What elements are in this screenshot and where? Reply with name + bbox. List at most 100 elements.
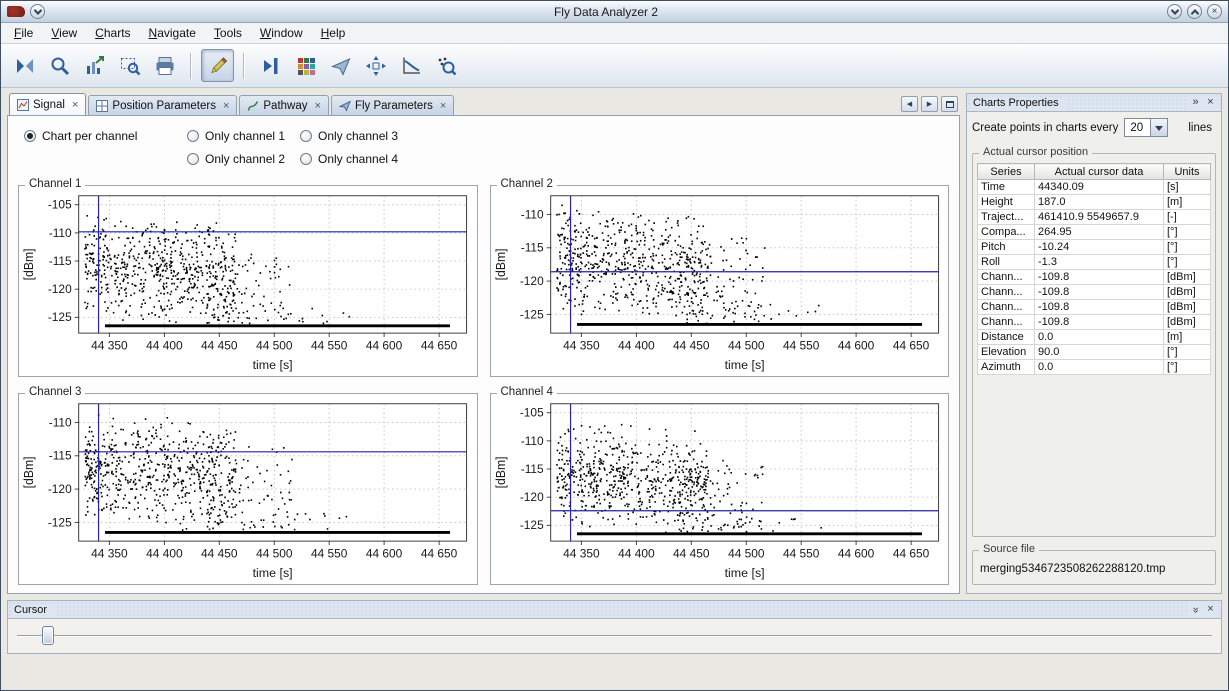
chart-channel-4[interactable]: Channel 444 35044 40044 45044 50044 5504… bbox=[490, 393, 950, 585]
actual-cursor-position-group: Actual cursor position SeriesActual curs… bbox=[972, 153, 1216, 537]
table-header[interactable]: Units bbox=[1164, 164, 1211, 180]
axis-cursor-icon[interactable] bbox=[254, 49, 287, 82]
menu-charts[interactable]: Charts bbox=[86, 24, 139, 42]
tab-position-parameters[interactable]: Position Parameters× bbox=[88, 95, 237, 115]
radio-only-channel-4[interactable]: Only channel 4 bbox=[300, 148, 951, 169]
table-row[interactable]: Elevation90.0[°] bbox=[978, 345, 1211, 360]
print-icon[interactable] bbox=[148, 49, 181, 82]
cursor-panel-title: Cursor bbox=[11, 604, 55, 616]
menu-view[interactable]: View bbox=[42, 24, 86, 42]
svg-text:44 550: 44 550 bbox=[782, 547, 819, 561]
create-points-label: Create points in charts every bbox=[972, 122, 1118, 134]
close-panel-icon[interactable]: × bbox=[1203, 96, 1218, 110]
cursor-panel-header[interactable]: Cursor » × bbox=[8, 601, 1221, 619]
cursor-panel: Cursor » × bbox=[7, 600, 1222, 654]
window-minimize-button[interactable] bbox=[1167, 4, 1182, 19]
chart-channel-2[interactable]: Channel 244 35044 40044 45044 50044 5504… bbox=[490, 185, 950, 377]
table-row[interactable]: Chann...-109.8[dBm] bbox=[978, 300, 1211, 315]
source-file-name: merging5346723508262288120.tmp bbox=[977, 560, 1211, 580]
tab-close-icon[interactable]: × bbox=[223, 100, 229, 112]
window-close-button[interactable]: × bbox=[1207, 4, 1222, 19]
table-row[interactable]: Height187.0[m] bbox=[978, 195, 1211, 210]
svg-text:[dBm]: [dBm] bbox=[22, 457, 36, 489]
table-cell: [°] bbox=[1164, 345, 1211, 360]
properties-panel-header[interactable]: Charts Properties » × bbox=[967, 94, 1221, 112]
table-cell: -109.8 bbox=[1035, 315, 1164, 330]
color-grid-icon[interactable] bbox=[289, 49, 322, 82]
menu-window[interactable]: Window bbox=[251, 24, 312, 42]
zoom-area-icon[interactable] bbox=[113, 49, 146, 82]
titlebar[interactable]: Fly Data Analyzer 2 × bbox=[1, 1, 1228, 23]
tab-close-icon[interactable]: × bbox=[440, 100, 446, 112]
radio-only-channel-3[interactable]: Only channel 3 bbox=[300, 125, 951, 146]
table-row[interactable]: Chann...-109.8[dBm] bbox=[978, 315, 1211, 330]
svg-text:time [s]: time [s] bbox=[724, 358, 764, 372]
chart-canvas[interactable]: 44 35044 40044 45044 50044 55044 60044 6… bbox=[491, 394, 949, 584]
collapse-panel-icon[interactable]: » bbox=[1189, 602, 1203, 617]
table-cell: Chann... bbox=[978, 270, 1035, 285]
close-cursor-panel-icon[interactable]: × bbox=[1203, 603, 1218, 617]
merge-icon[interactable] bbox=[8, 49, 41, 82]
slope-chart-icon[interactable] bbox=[394, 49, 427, 82]
tab-scroll-right-button[interactable]: ▶ bbox=[921, 96, 938, 112]
tab-close-icon[interactable]: × bbox=[72, 99, 78, 111]
window-maximize-button[interactable] bbox=[1187, 4, 1202, 19]
maximize-view-button[interactable] bbox=[941, 96, 958, 112]
slider-track[interactable] bbox=[17, 635, 1212, 637]
svg-text:-125: -125 bbox=[519, 518, 543, 532]
fit-screen-icon[interactable] bbox=[359, 49, 392, 82]
window-shade-button[interactable] bbox=[30, 4, 45, 19]
chart-channel-1[interactable]: Channel 144 35044 40044 45044 50044 5504… bbox=[18, 185, 478, 377]
search-icon[interactable] bbox=[43, 49, 76, 82]
table-row[interactable]: Azimuth0.0[°] bbox=[978, 360, 1211, 375]
lines-label: lines bbox=[1188, 122, 1216, 134]
slider-handle[interactable] bbox=[42, 626, 54, 645]
points-interval-combobox[interactable]: 20 bbox=[1124, 118, 1168, 137]
dock-panel-icon[interactable]: » bbox=[1188, 96, 1203, 110]
export-chart-icon[interactable] bbox=[78, 49, 111, 82]
tab-pathway[interactable]: Pathway× bbox=[239, 95, 329, 115]
table-row[interactable]: Distance0.0[m] bbox=[978, 330, 1211, 345]
radio-only-channel-1[interactable]: Only channel 1 bbox=[187, 125, 300, 146]
table-row[interactable]: Pitch-10.24[°] bbox=[978, 240, 1211, 255]
svg-text:time [s]: time [s] bbox=[253, 566, 293, 580]
chart-channel-3[interactable]: Channel 344 35044 40044 45044 50044 5504… bbox=[18, 393, 478, 585]
table-row[interactable]: Compa...264.95[°] bbox=[978, 225, 1211, 240]
cursor-slider[interactable] bbox=[8, 619, 1221, 653]
tab-fly-parameters[interactable]: Fly Parameters× bbox=[331, 95, 454, 115]
table-header[interactable]: Series bbox=[978, 164, 1035, 180]
table-cell: [°] bbox=[1164, 255, 1211, 270]
tab-signal[interactable]: Signal× bbox=[9, 93, 86, 115]
radio-chart-per-channel[interactable]: Chart per channel bbox=[24, 125, 187, 146]
table-cell: Compa... bbox=[978, 225, 1035, 240]
table-row[interactable]: Roll-1.3[°] bbox=[978, 255, 1211, 270]
signal-tab-content: Chart per channelOnly channel 1Only chan… bbox=[7, 115, 960, 594]
menu-file[interactable]: File bbox=[5, 24, 42, 42]
table-row[interactable]: Chann...-109.8[dBm] bbox=[978, 285, 1211, 300]
table-cell: [dBm] bbox=[1164, 300, 1211, 315]
tab-navigation: ◀▶ bbox=[901, 96, 960, 115]
table-row[interactable]: Time44340.09[s] bbox=[978, 180, 1211, 195]
table-cell: [m] bbox=[1164, 330, 1211, 345]
table-cell: Chann... bbox=[978, 285, 1035, 300]
table-row[interactable]: Chann...-109.8[dBm] bbox=[978, 270, 1211, 285]
menu-tools[interactable]: Tools bbox=[205, 24, 251, 42]
chart-canvas[interactable]: 44 35044 40044 45044 50044 55044 60044 6… bbox=[19, 186, 477, 376]
svg-text:44 650: 44 650 bbox=[892, 339, 929, 353]
window-bottom-area bbox=[1, 654, 1228, 690]
table-header[interactable]: Actual cursor data bbox=[1035, 164, 1164, 180]
tab-close-icon[interactable]: × bbox=[315, 100, 321, 112]
menu-help[interactable]: Help bbox=[312, 24, 355, 42]
cursor-data-table[interactable]: SeriesActual cursor dataUnitsTime44340.0… bbox=[977, 163, 1211, 375]
combobox-arrow-icon[interactable] bbox=[1150, 119, 1167, 136]
edit-pencil-icon[interactable] bbox=[201, 49, 234, 82]
app-window: Fly Data Analyzer 2 × FileViewChartsNavi… bbox=[0, 0, 1229, 691]
table-row[interactable]: Traject...461410.9 5549657.9[-] bbox=[978, 210, 1211, 225]
chart-canvas[interactable]: 44 35044 40044 45044 50044 55044 60044 6… bbox=[491, 186, 949, 376]
radio-only-channel-2[interactable]: Only channel 2 bbox=[187, 148, 300, 169]
tab-scroll-left-button[interactable]: ◀ bbox=[901, 96, 918, 112]
menu-navigate[interactable]: Navigate bbox=[140, 24, 205, 42]
send-chart-icon[interactable] bbox=[324, 49, 357, 82]
point-search-icon[interactable] bbox=[429, 49, 462, 82]
chart-canvas[interactable]: 44 35044 40044 45044 50044 55044 60044 6… bbox=[19, 394, 477, 584]
